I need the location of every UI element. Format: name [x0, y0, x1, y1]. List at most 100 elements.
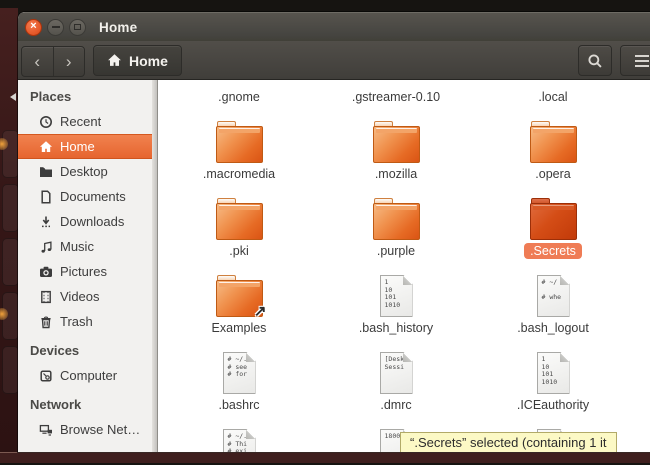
computer-icon [39, 369, 53, 383]
file-preview-line: # ~/ : [542, 279, 569, 287]
folder-icon [216, 121, 263, 163]
text-file-icon: 1101011010 [523, 346, 583, 394]
folder-icon [366, 115, 426, 163]
file-preview-line: # whe [542, 294, 569, 302]
file-preview-line: 1010 [542, 379, 569, 387]
sidebar-item-pictures[interactable]: Pictures [18, 259, 152, 284]
file-item--local[interactable]: .local [480, 80, 626, 115]
text-file-icon: # ~/.# see# for [209, 346, 269, 394]
sidebar-item-label: Browse Net… [60, 422, 140, 437]
text-file-icon: # ~/.# see# for [223, 352, 256, 394]
text-file-icon: 1101011010 [537, 352, 570, 394]
maximize-button[interactable] [69, 19, 86, 36]
menu-button[interactable] [620, 45, 650, 76]
close-button[interactable]: × [25, 19, 42, 36]
file-preview-line: 1010 [385, 302, 412, 310]
text-file-icon: 1101011010 [380, 275, 413, 317]
file-item--macromedia[interactable]: .macromedia [166, 115, 312, 192]
places-sidebar: PlacesRecent Home Desktop Documents Download… [18, 80, 152, 452]
file-item--opera[interactable]: .opera [480, 115, 626, 192]
launcher-focus-arrow-icon [10, 93, 16, 101]
file-item-examples[interactable]: ↗Examples [166, 269, 312, 346]
unity-launcher-strip [0, 8, 18, 462]
sidebar-item-documents[interactable]: Documents [18, 184, 152, 209]
text-file-icon: # ~/.# Thi# exi [223, 429, 256, 452]
sidebar-item-browsenet[interactable]: Browse Net… [18, 417, 152, 442]
home-icon [39, 140, 53, 154]
window-title: Home [99, 20, 137, 35]
file-preview-line: # exi [228, 448, 255, 452]
launcher-tile[interactable] [2, 130, 19, 178]
network-icon [39, 423, 53, 437]
file-item--iceauthority[interactable]: 1101011010.ICEauthority [480, 346, 626, 423]
text-file-icon: 1101011010 [366, 269, 426, 317]
file-item--purple[interactable]: .purple [323, 192, 469, 269]
sidebar-item-home[interactable]: Home [18, 134, 152, 159]
file-name-label: .opera [529, 166, 576, 182]
file-item--bash-history[interactable]: 1101011010.bash_history [323, 269, 469, 346]
film-icon [39, 290, 53, 304]
sidebar-item-label: Trash [60, 314, 93, 329]
sidebar-item-label: Home [60, 139, 95, 154]
sidebar-item-music[interactable]: Music [18, 234, 152, 259]
folder-icon [523, 192, 583, 240]
launcher-tile[interactable] [2, 238, 19, 286]
menu-icon [635, 60, 649, 62]
file-item--mozilla[interactable]: .mozilla [323, 115, 469, 192]
file-item--bash-logout[interactable]: # ~/ : # whe .bash_logout [480, 269, 626, 346]
desktop-folder-icon [39, 165, 53, 179]
launcher-tile[interactable] [2, 184, 19, 232]
text-file-icon: # ~/.# Thi# exi [209, 423, 269, 452]
sidebar-item-computer[interactable]: Computer [18, 363, 152, 388]
launcher-tile[interactable] [2, 346, 19, 394]
sidebar-item-downloads[interactable]: Downloads [18, 209, 152, 234]
home-icon [107, 53, 122, 68]
file-name-label: .purple [371, 243, 421, 259]
sidebar-item-desktop[interactable]: Desktop [18, 159, 152, 184]
file-item[interactable]: # ~/.# Thi# exi [166, 423, 312, 452]
file-item--secrets[interactable]: .Secrets [480, 192, 626, 269]
folder-icon [373, 198, 420, 240]
symlink-arrow-icon: ↗ [254, 302, 267, 320]
back-button[interactable]: ‹ [22, 47, 54, 76]
file-item--gstreamer-0-10[interactable]: .gstreamer-0.10 [323, 80, 469, 115]
close-icon: × [30, 21, 36, 32]
search-button[interactable] [578, 45, 612, 76]
file-browser-pane[interactable]: .gnome .gstreamer-0.10 .local .macromedia.m… [158, 80, 650, 452]
search-icon [587, 53, 603, 69]
folder-icon: ↗ [209, 269, 269, 317]
sidebar-item-recent[interactable]: Recent [18, 109, 152, 134]
music-icon [39, 240, 53, 254]
file-name-label: .pki [223, 243, 254, 259]
file-item--gnome[interactable]: .gnome [166, 80, 312, 115]
file-item--bashrc[interactable]: # ~/.# see# for .bashrc [166, 346, 312, 423]
minimize-icon [52, 26, 60, 28]
file-name-label: Examples [206, 320, 273, 336]
camera-icon [39, 265, 53, 279]
file-name-label: .bash_logout [511, 320, 595, 336]
file-item--pki[interactable]: .pki [166, 192, 312, 269]
breadcrumb-home-button[interactable]: Home [93, 45, 182, 76]
desktop-background-strip [0, 452, 650, 463]
sidebar-item-videos[interactable]: Videos [18, 284, 152, 309]
file-name-label: .bashrc [213, 397, 266, 413]
folder-icon [209, 115, 269, 163]
file-item--dmrc[interactable]: [DeskSessi.dmrc [323, 346, 469, 423]
back-chevron-icon: ‹ [34, 53, 40, 70]
sidebar-item-label: Documents [60, 189, 126, 204]
forward-button[interactable]: › [54, 47, 85, 76]
trash-icon [39, 315, 53, 329]
file-preview-line: Sessi [385, 364, 412, 372]
nav-button-group: ‹ › [21, 46, 85, 77]
minimize-button[interactable] [47, 19, 64, 36]
titlebar[interactable]: × Home [18, 12, 650, 41]
sidebar-item-trash[interactable]: Trash [18, 309, 152, 334]
sidebar-heading-places: Places [18, 80, 152, 109]
maximize-icon [74, 24, 81, 30]
file-name-label: .gstreamer-0.10 [346, 89, 446, 105]
folder-icon [209, 192, 269, 240]
sidebar-item-label: Music [60, 239, 94, 254]
icon-cropped [209, 80, 269, 86]
folder-icon-selected [530, 198, 577, 240]
sidebar-heading-network: Network [18, 388, 152, 417]
